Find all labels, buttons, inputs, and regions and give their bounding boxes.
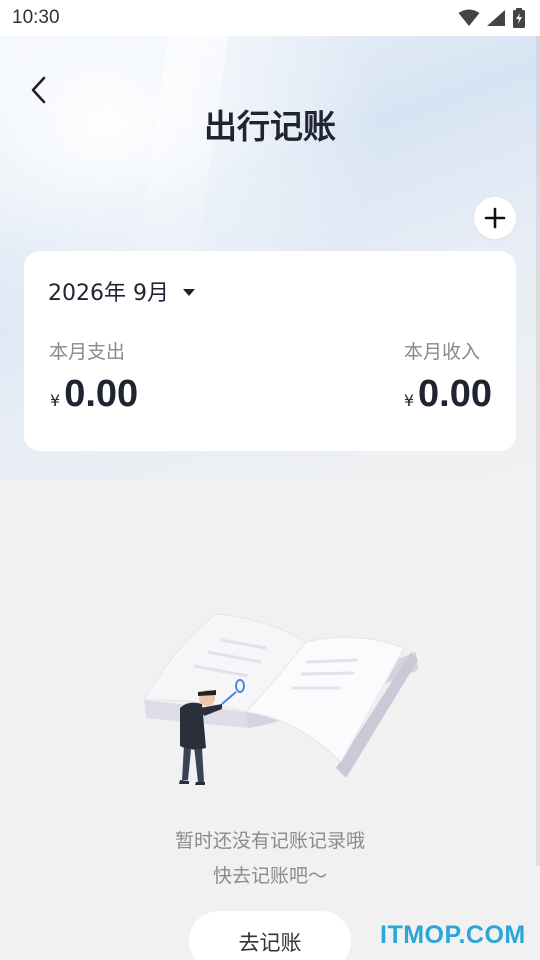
income-value: ¥ 0.00 [404, 373, 492, 416]
wifi-icon [458, 9, 480, 26]
income-label: 本月收入 [403, 341, 480, 363]
expense-amount: 0.00 [64, 373, 139, 415]
watermark-logo: ITMOP.COM [380, 921, 526, 949]
status-time: 10:30 [12, 7, 60, 28]
income-currency: ¥ [403, 391, 415, 410]
go-record-button[interactable]: 去记账 [189, 911, 351, 960]
empty-state-hint: 快去记账吧～ [212, 865, 327, 887]
scrollbar [536, 36, 540, 866]
plus-icon [484, 207, 506, 229]
battery-icon [513, 8, 525, 28]
signal-icon [487, 10, 505, 26]
month-label: 2026年 9月 [48, 281, 169, 306]
dropdown-caret-icon [182, 288, 195, 296]
month-selector[interactable]: 2026年 9月 [48, 275, 195, 307]
status-icons [458, 8, 526, 28]
empty-book-illustration [143, 613, 418, 785]
page-title: 出行记账 [204, 107, 336, 146]
empty-state-message: 暂时还没有记账记录哦 [174, 830, 365, 852]
add-record-button[interactable] [474, 197, 516, 239]
expense-currency: ¥ [50, 391, 61, 410]
expense-value: ¥ 0.00 [50, 373, 138, 416]
monthly-summary-card: 2026年 9月 本月支出 本月收入 ¥ 0.00 ¥ 0.00 [24, 251, 516, 451]
income-amount: 0.00 [418, 373, 492, 415]
status-bar: 10:30 [0, 0, 540, 36]
expense-label: 本月支出 [49, 341, 126, 363]
